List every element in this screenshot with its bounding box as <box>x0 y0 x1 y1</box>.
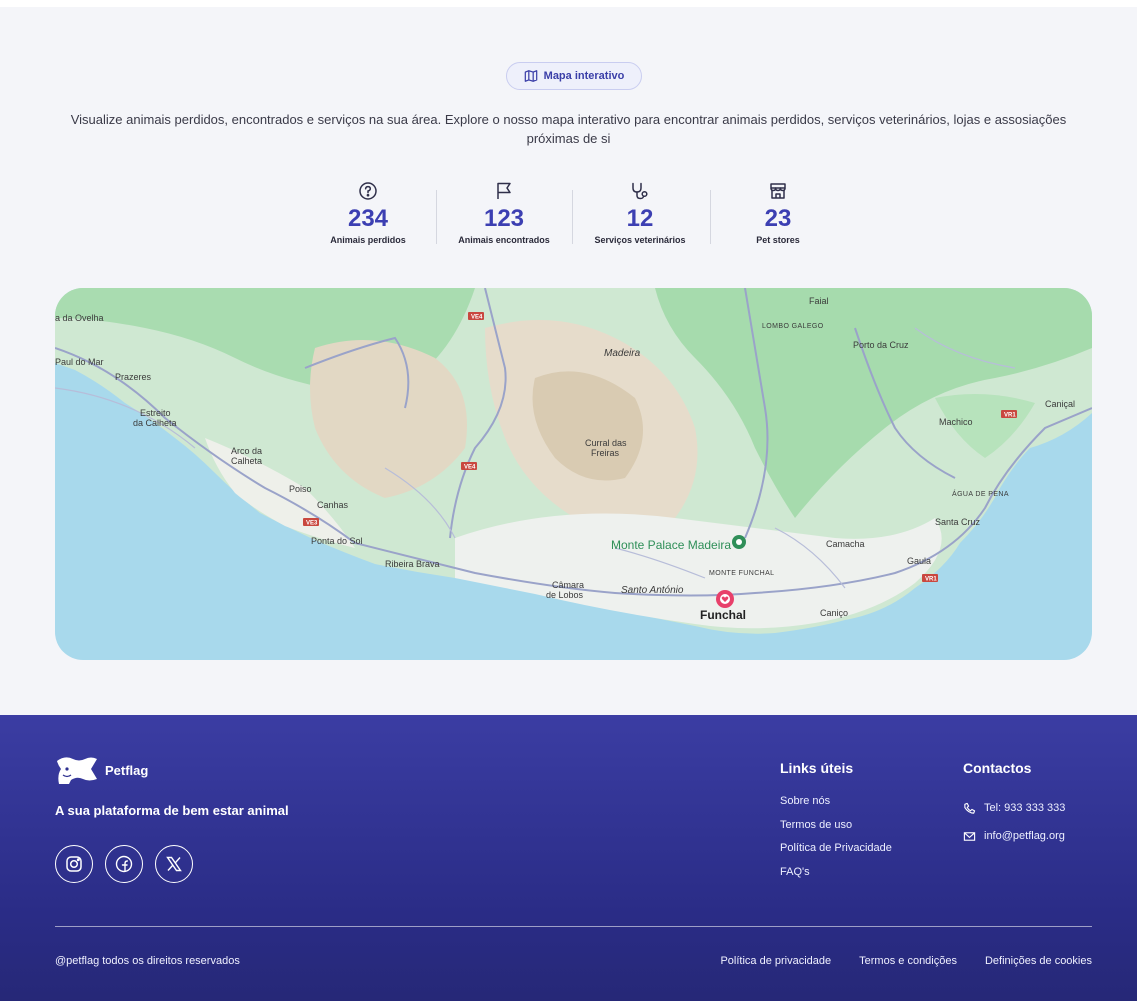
links-title: Links úteis <box>780 760 854 776</box>
map-label: Ponta do Sol <box>311 536 363 546</box>
map-label: de Lobos <box>546 590 584 600</box>
map-label: Machico <box>939 417 973 427</box>
map-label: Estreito <box>140 408 171 418</box>
email-text: info@petflag.org <box>984 830 1065 842</box>
interactive-map[interactable]: VE4 VE4 VE3 VR1 VR1 a da Ovelha Paul do … <box>55 288 1092 660</box>
heart-pin-icon[interactable] <box>716 590 734 608</box>
map-label: Câmara <box>552 580 584 590</box>
map-label: Monte Palace Madeira <box>611 538 731 552</box>
phone-text: Tel: 933 333 333 <box>984 802 1066 814</box>
map-label: Prazeres <box>115 372 152 382</box>
facebook-button[interactable] <box>105 845 143 883</box>
map-label: MONTE FUNCHAL <box>709 570 774 577</box>
link-terms[interactable]: Termos de uso <box>780 818 892 842</box>
link-privacy-policy[interactable]: Política de privacidade <box>720 955 831 967</box>
contact-email[interactable]: info@petflag.org <box>963 822 1065 850</box>
stat-value: 12 <box>626 205 654 232</box>
link-cookie-settings[interactable]: Definições de cookies <box>985 955 1092 967</box>
map-label: Ribeira Brava <box>385 559 440 569</box>
map-label: Porto da Cruz <box>853 340 909 350</box>
contacts-title: Contactos <box>963 760 1032 776</box>
link-privacy[interactable]: Política de Privacidade <box>780 841 892 865</box>
svg-text:VE3: VE3 <box>306 521 318 527</box>
link-about[interactable]: Sobre nós <box>780 794 892 818</box>
map-label: Paul do Mar <box>55 357 104 367</box>
footer-divider <box>55 926 1092 927</box>
road-badge-ve4-a: VE4 <box>468 312 484 321</box>
stat-value: 123 <box>483 205 525 232</box>
road-badge-vr1-b: VR1 <box>922 574 938 583</box>
svg-text:VE4: VE4 <box>471 315 483 321</box>
store-icon <box>770 183 786 199</box>
map-icon <box>524 70 537 82</box>
map-label: Calheta <box>231 456 262 466</box>
road-badge-ve3: VE3 <box>303 518 319 527</box>
map-label: Caniço <box>820 608 848 618</box>
stats-row: 234 Animais perdidos 123 Animais encontr… <box>300 180 840 250</box>
stat-lost: 234 Animais perdidos <box>300 180 436 245</box>
question-circle-icon <box>359 182 377 200</box>
stat-label: Animais encontrados <box>458 235 550 245</box>
brand-name: Petflag <box>105 762 149 778</box>
stat-label: Pet stores <box>756 235 800 245</box>
road-badge-vr1-a: VR1 <box>1001 410 1017 419</box>
map-label: Gaula <box>907 556 931 566</box>
map-label: Freiras <box>591 448 620 458</box>
legal-links: Política de privacidade Termos e condiçõ… <box>720 955 1092 967</box>
map-label: da Calheta <box>133 418 177 428</box>
map-label: Caniçal <box>1045 399 1075 409</box>
map-label: LOMBO GALEGO <box>762 323 824 330</box>
monte-palace-poi-icon[interactable] <box>732 535 746 549</box>
link-faq[interactable]: FAQ's <box>780 865 892 889</box>
map-label: Arco da <box>231 446 262 456</box>
mail-icon <box>963 831 976 841</box>
instagram-icon <box>66 856 82 872</box>
stat-value: 234 <box>347 205 389 232</box>
map-label: Funchal <box>700 608 746 622</box>
facebook-icon <box>115 855 133 873</box>
map-label: Poiso <box>289 484 312 494</box>
map-label: Canhas <box>317 500 349 510</box>
petflag-logo-icon <box>57 757 97 784</box>
contacts-list: Tel: 933 333 333 info@petflag.org <box>963 794 1065 850</box>
stethoscope-icon <box>632 182 648 200</box>
flag-icon <box>497 182 511 199</box>
map-pill-badge: Mapa interativo <box>506 62 642 90</box>
map-label: Camacha <box>826 539 865 549</box>
footer-tagline: A sua plataforma de bem estar animal <box>55 803 289 818</box>
road-badge-ve4-b: VE4 <box>461 462 477 471</box>
contact-phone[interactable]: Tel: 933 333 333 <box>963 794 1065 822</box>
phone-icon <box>964 802 976 814</box>
x-button[interactable] <box>155 845 193 883</box>
stat-value: 23 <box>764 205 792 232</box>
map-label: Santa Cruz <box>935 517 981 527</box>
map-label: ÁGUA DE PENA <box>952 489 1009 498</box>
link-terms-conditions[interactable]: Termos e condições <box>859 955 957 967</box>
map-canvas[interactable]: VE4 VE4 VE3 VR1 VR1 a da Ovelha Paul do … <box>55 288 1092 660</box>
copyright: @petflag todos os direitos reservados <box>55 955 240 967</box>
stat-vets: 12 Serviços veterinários <box>572 180 708 245</box>
stat-stores: 23 Pet stores <box>710 180 846 245</box>
section-description: Visualize animais perdidos, encontrados … <box>70 112 1067 146</box>
stat-label: Serviços veterinários <box>594 235 686 245</box>
page: Mapa interativo Visualize animais perdid… <box>0 0 1137 1001</box>
social-links <box>55 845 193 883</box>
map-label: Faial <box>809 296 829 306</box>
stat-label: Animais perdidos <box>330 235 406 245</box>
svg-text:VE4: VE4 <box>464 465 476 471</box>
x-icon <box>166 856 182 872</box>
map-label: a da Ovelha <box>55 313 104 323</box>
pill-label: Mapa interativo <box>543 70 625 82</box>
map-section: Mapa interativo Visualize animais perdid… <box>0 0 1137 715</box>
useful-links: Sobre nós Termos de uso Política de Priv… <box>780 794 892 888</box>
map-label: Santo António <box>621 585 684 596</box>
map-label: Madeira <box>604 348 641 359</box>
stat-found: 123 Animais encontrados <box>436 180 572 245</box>
instagram-button[interactable] <box>55 845 93 883</box>
map-label: Curral das <box>585 438 627 448</box>
svg-text:VR1: VR1 <box>1004 413 1016 419</box>
svg-text:VR1: VR1 <box>925 577 937 583</box>
site-footer: Petflag A sua plataforma de bem estar an… <box>0 715 1137 1001</box>
footer-logo[interactable]: Petflag <box>55 755 148 785</box>
